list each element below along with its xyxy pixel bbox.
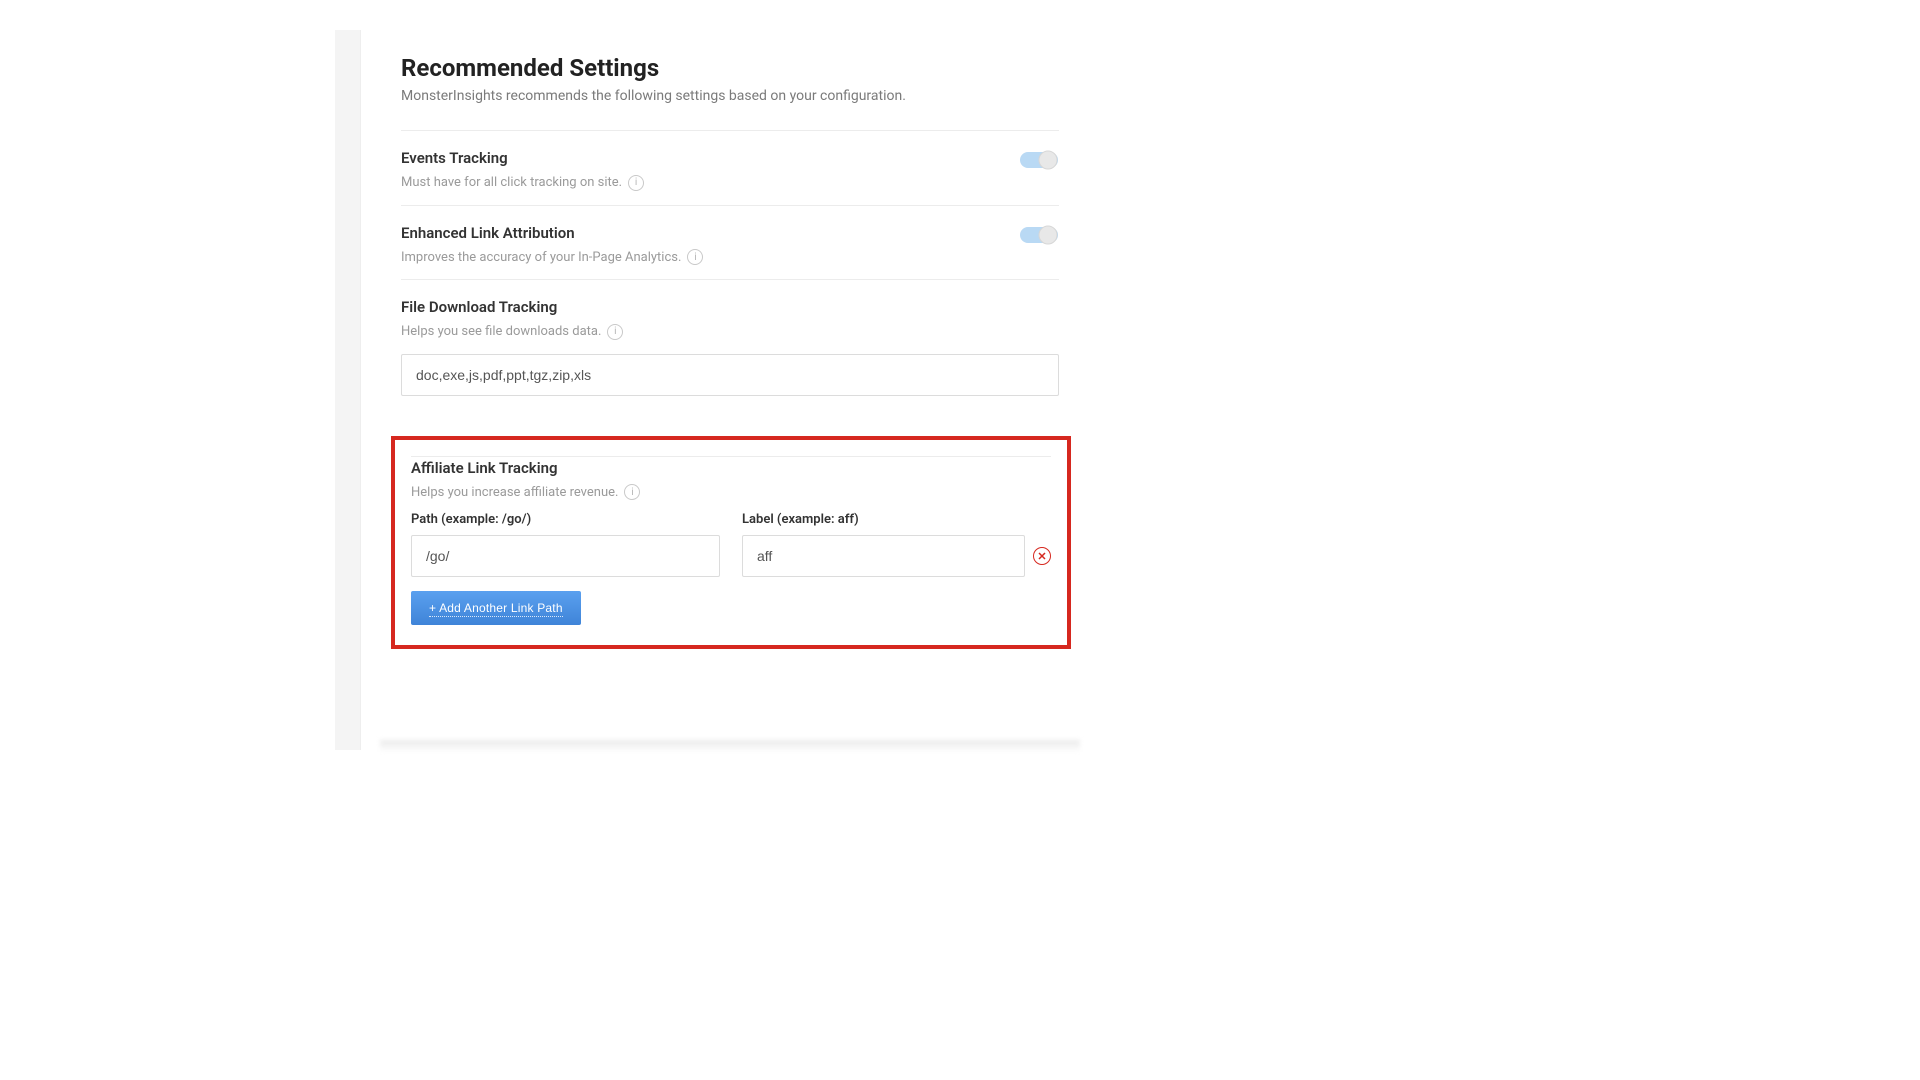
row-file-download-tracking: File Download Tracking Helps you see fil… [401,279,1059,410]
events-tracking-toggle[interactable] [1019,149,1059,171]
affiliate-desc: Helps you increase affiliate revenue. i [411,484,640,500]
filedl-title: File Download Tracking [401,298,1059,316]
affiliate-fields: Path (example: /go/) Label (example: aff… [411,512,1051,577]
ela-desc: Improves the accuracy of your In-Page An… [401,249,703,265]
panel-shadow [380,740,1080,752]
file-extensions-input[interactable] [401,354,1059,396]
affiliate-label-label: Label (example: aff) [742,512,1051,527]
add-link-path-label: + Add Another Link Path [429,601,563,617]
affiliate-path-label: Path (example: /go/) [411,512,720,527]
sidebar-stub [335,30,361,750]
info-icon[interactable]: i [624,484,640,500]
info-icon[interactable]: i [687,249,703,265]
row-events-tracking: Events Tracking Must have for all click … [401,130,1059,205]
filedl-desc: Helps you see file downloads data. i [401,324,623,340]
ela-toggle[interactable] [1019,224,1059,246]
settings-panel: Recommended Settings MonsterInsights rec… [365,30,1095,659]
affiliate-path-col: Path (example: /go/) [411,512,720,577]
filedl-desc-text: Helps you see file downloads data. [401,324,601,339]
affiliate-label-input[interactable] [742,535,1025,577]
ela-title: Enhanced Link Attribution [401,224,1059,242]
events-tracking-title: Events Tracking [401,149,1059,167]
ela-desc-text: Improves the accuracy of your In-Page An… [401,250,681,265]
affiliate-path-input[interactable] [411,535,720,577]
row-affiliate-link-tracking: Affiliate Link Tracking Helps you increa… [411,456,1051,640]
close-icon [1038,552,1046,560]
page-title: Recommended Settings [401,54,1059,82]
info-icon[interactable]: i [628,175,644,191]
affiliate-desc-text: Helps you increase affiliate revenue. [411,485,618,500]
remove-row-button[interactable] [1033,547,1051,565]
page-subtitle: MonsterInsights recommends the following… [401,88,1059,104]
info-icon[interactable]: i [607,324,623,340]
events-tracking-desc-text: Must have for all click tracking on site… [401,175,622,190]
affiliate-title: Affiliate Link Tracking [411,459,1051,477]
add-link-path-button[interactable]: + Add Another Link Path [411,591,581,625]
events-tracking-desc: Must have for all click tracking on site… [401,175,644,191]
row-enhanced-link-attribution: Enhanced Link Attribution Improves the a… [401,205,1059,280]
affiliate-highlight-box: Affiliate Link Tracking Helps you increa… [391,436,1071,650]
affiliate-label-col: Label (example: aff) [742,512,1051,577]
